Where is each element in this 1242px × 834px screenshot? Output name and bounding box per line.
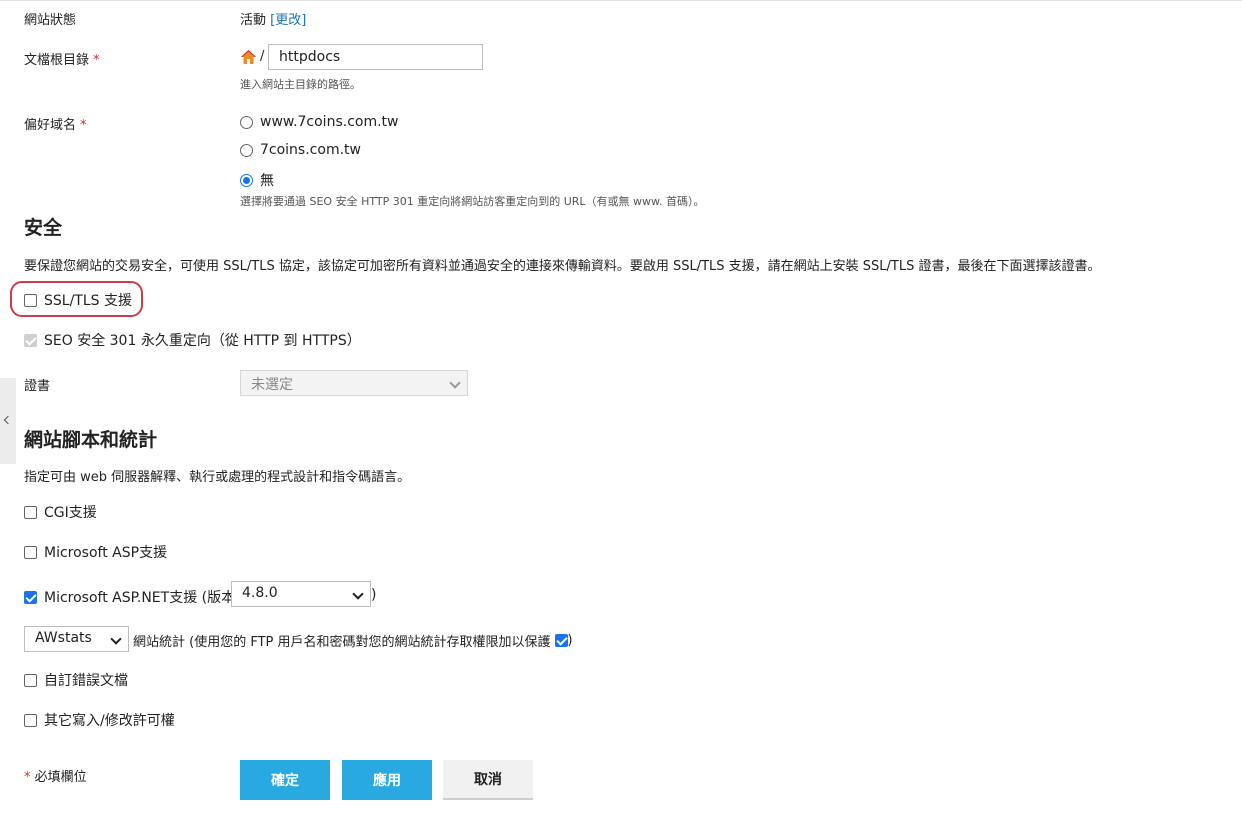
seo-redirect-checkbox bbox=[24, 333, 37, 347]
ssl-support-row[interactable]: SSL/TLS 支援 bbox=[24, 290, 132, 310]
required-asterisk: * bbox=[80, 118, 87, 133]
home-icon bbox=[241, 50, 256, 64]
doc-root-hint: 進入網站主目錄的路徑。 bbox=[240, 78, 361, 91]
domain-option-label: 無 bbox=[260, 173, 274, 189]
preferred-domain-hint: 選擇將要通過 SEO 安全 HTTP 301 重定向將網站訪客重定向到的 URL… bbox=[240, 195, 705, 208]
stats-row: 網站統計 (使用您的 FTP 用戶名和密碼對您的網站統計存取權限加以保護 ) bbox=[133, 631, 573, 650]
write-permissions-row[interactable]: 其它寫入/修改許可權 bbox=[24, 710, 175, 730]
top-divider bbox=[0, 0, 1242, 1]
radio-none[interactable] bbox=[240, 173, 253, 187]
seo-redirect-row: SEO 安全 301 永久重定向（從 HTTP 到 HTTPS） bbox=[24, 330, 361, 350]
security-heading: 安全 bbox=[24, 217, 63, 239]
stats-engine-value: AWstats bbox=[35, 630, 92, 646]
asp-label: Microsoft ASP支援 bbox=[44, 545, 168, 561]
required-note-row: * 必填欄位 bbox=[24, 766, 87, 785]
custom-errors-row[interactable]: 自訂錯誤文檔 bbox=[24, 670, 128, 690]
asp-row[interactable]: Microsoft ASP支援 bbox=[24, 542, 167, 562]
chevron-down-icon bbox=[352, 588, 364, 600]
aspnet-checkbox[interactable] bbox=[24, 590, 37, 604]
site-status-value: 活動 bbox=[240, 13, 267, 28]
aspnet-version-value: 4.8.0 bbox=[242, 585, 278, 601]
apply-button[interactable]: 應用 bbox=[342, 760, 432, 800]
stats-label: 網站統計 (使用您的 FTP 用戶名和密碼對您的網站統計存取權限加以保護 bbox=[133, 635, 551, 650]
ssl-support-checkbox[interactable] bbox=[24, 293, 37, 307]
write-permissions-label: 其它寫入/修改許可權 bbox=[44, 713, 175, 729]
aspnet-row[interactable]: Microsoft ASP.NET支援 (版本 bbox=[24, 587, 235, 607]
write-permissions-checkbox[interactable] bbox=[24, 713, 37, 727]
domain-option-label: 7coins.com.tw bbox=[260, 142, 361, 158]
stats-close-paren: ) bbox=[567, 633, 573, 648]
sidebar-collapse-toggle[interactable] bbox=[0, 378, 16, 464]
site-status-row: 活動 [更改] bbox=[240, 9, 306, 28]
path-separator: / bbox=[260, 49, 265, 64]
ok-button[interactable]: 確定 bbox=[240, 760, 330, 800]
security-description: 要保證您網站的交易安全，可使用 SSL/TLS 協定，該協定可加密所有資料並通過… bbox=[24, 259, 1101, 274]
preferred-domain-label-row: 偏好域名 * bbox=[24, 114, 87, 133]
doc-root-label-row: 文檔根目錄 * bbox=[24, 49, 100, 68]
scripting-heading: 網站腳本和統計 bbox=[24, 429, 158, 451]
scripting-description: 指定可由 web 伺服器解釋、執行或處理的程式設計和指令碼語言。 bbox=[24, 470, 411, 485]
cgi-checkbox[interactable] bbox=[24, 505, 37, 519]
required-note: 必填欄位 bbox=[34, 770, 87, 785]
chevron-down-icon bbox=[110, 633, 122, 645]
domain-option-www[interactable]: www.7coins.com.tw bbox=[240, 114, 398, 130]
preferred-domain-label: 偏好域名 bbox=[24, 118, 77, 133]
site-status-label: 網站狀態 bbox=[24, 13, 77, 28]
aspnet-close-paren: ) bbox=[371, 587, 377, 603]
stats-engine-select[interactable]: AWstats bbox=[24, 626, 129, 652]
required-asterisk: * bbox=[93, 53, 100, 68]
radio-bare[interactable] bbox=[240, 143, 253, 157]
stats-protect-checkbox[interactable] bbox=[554, 634, 568, 647]
aspnet-label: Microsoft ASP.NET支援 (版本 bbox=[44, 590, 236, 606]
cancel-button[interactable]: 取消 bbox=[443, 760, 533, 800]
certificate-select: 未選定 bbox=[240, 370, 468, 396]
domain-option-bare[interactable]: 7coins.com.tw bbox=[240, 142, 361, 158]
change-status-link[interactable]: [更改] bbox=[270, 13, 306, 28]
cgi-row[interactable]: CGI支援 bbox=[24, 502, 97, 522]
cgi-label: CGI支援 bbox=[44, 505, 97, 521]
chevron-down-icon bbox=[449, 377, 461, 389]
required-asterisk: * bbox=[24, 770, 31, 785]
ssl-support-label: SSL/TLS 支援 bbox=[44, 293, 132, 309]
domain-option-label: www.7coins.com.tw bbox=[260, 114, 399, 130]
seo-redirect-label: SEO 安全 301 永久重定向（從 HTTP 到 HTTPS） bbox=[44, 333, 361, 349]
aspnet-version-select[interactable]: 4.8.0 bbox=[231, 581, 371, 607]
asp-checkbox[interactable] bbox=[24, 545, 37, 559]
custom-errors-label: 自訂錯誤文檔 bbox=[44, 673, 128, 689]
custom-errors-checkbox[interactable] bbox=[24, 673, 37, 687]
chevron-left-icon bbox=[3, 415, 13, 425]
domain-option-none[interactable]: 無 bbox=[240, 170, 274, 190]
doc-root-input[interactable] bbox=[268, 44, 483, 70]
certificate-select-value: 未選定 bbox=[251, 377, 293, 393]
certificate-label: 證書 bbox=[24, 379, 51, 394]
doc-root-label: 文檔根目錄 bbox=[24, 53, 90, 68]
radio-www[interactable] bbox=[240, 115, 253, 129]
